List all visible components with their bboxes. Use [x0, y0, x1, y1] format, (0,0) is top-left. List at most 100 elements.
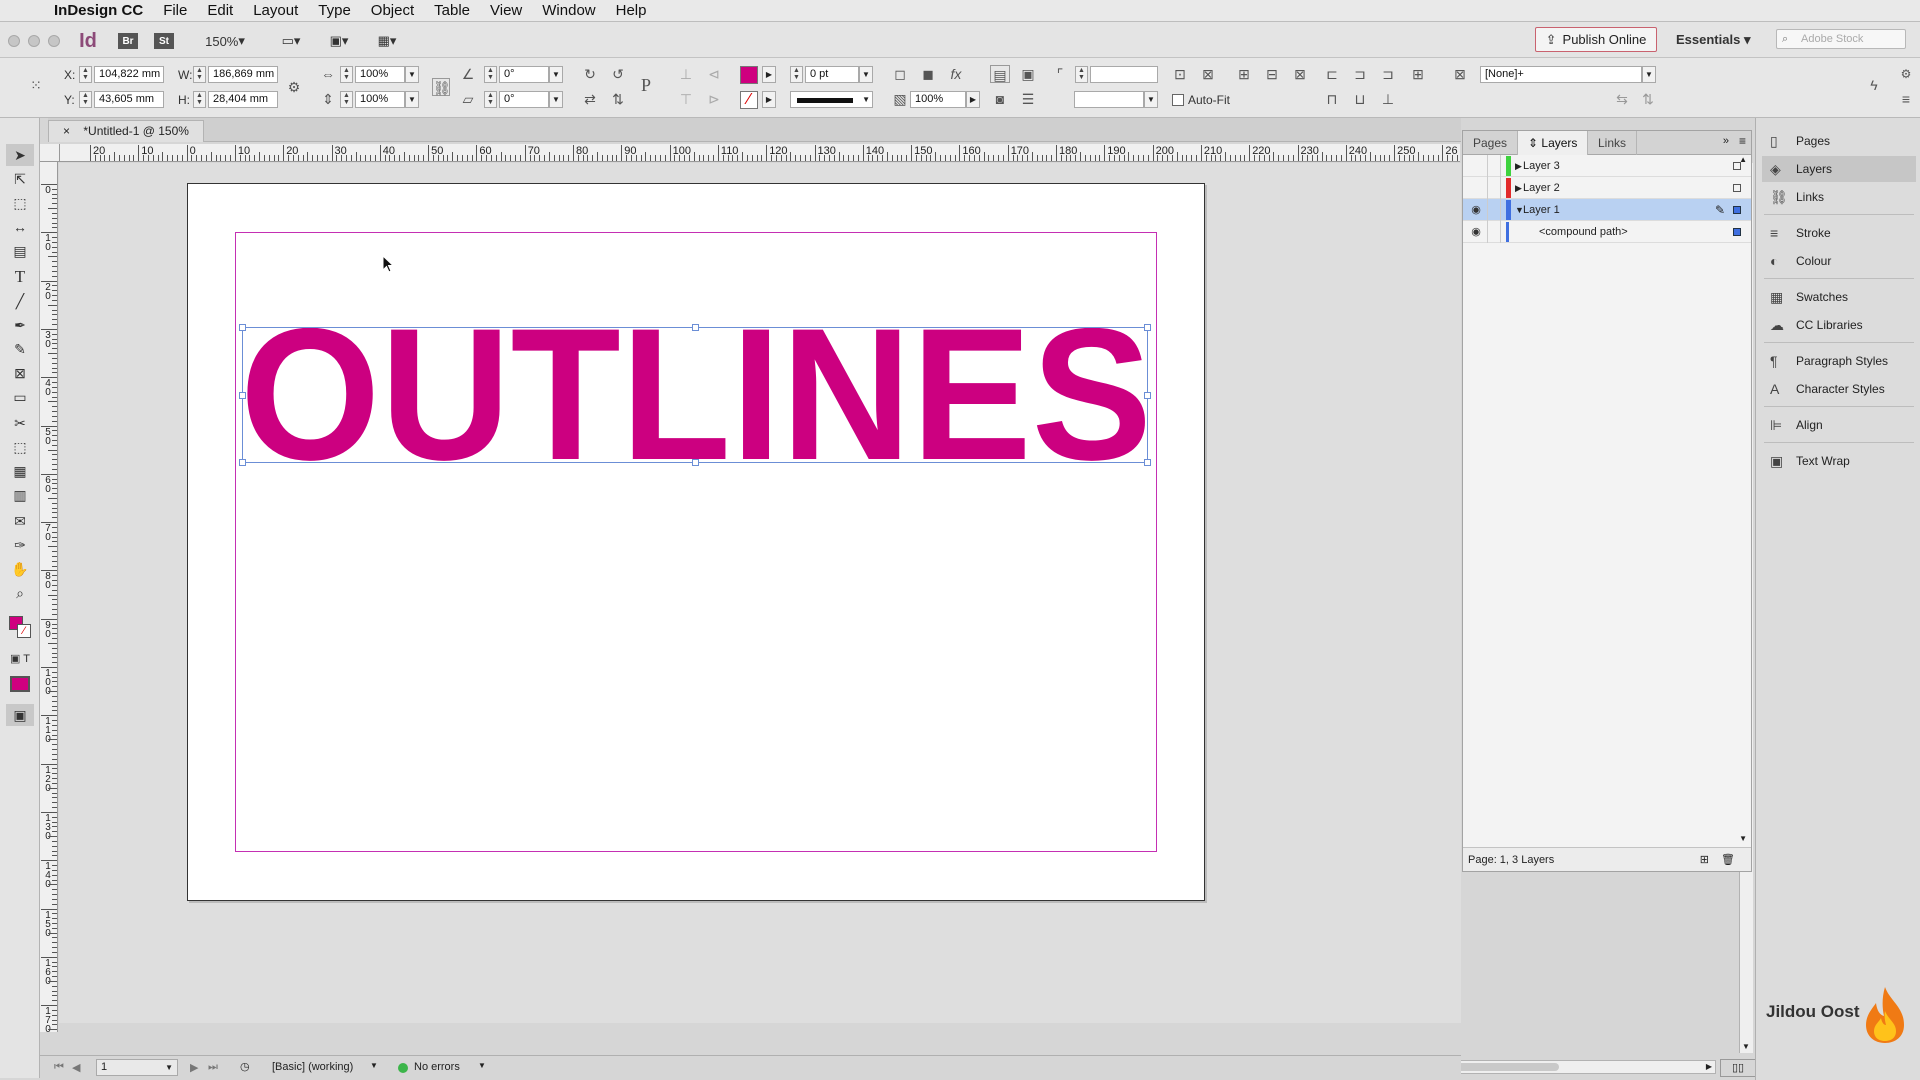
panel-menu-icon[interactable]: ≡	[1739, 134, 1746, 148]
note-tool-icon[interactable]: ✉	[6, 510, 34, 532]
screen-mode-icon[interactable]: ▣▾	[324, 30, 354, 52]
delete-layer-icon[interactable]: 🗑	[1721, 848, 1735, 872]
opacity-dropdown[interactable]: ▶	[966, 91, 980, 108]
lock-toggle[interactable]	[1487, 155, 1501, 177]
dock-stroke[interactable]: ≡ Stroke	[1762, 220, 1916, 246]
close-tab-icon[interactable]: ×	[63, 124, 70, 138]
h-stepper[interactable]: ▲ ▼	[193, 91, 206, 108]
rotate-field[interactable]: 0°	[499, 66, 549, 83]
menu-help[interactable]: Help	[606, 2, 657, 19]
zoom-level-dropdown[interactable]: 150% ▾	[198, 30, 252, 52]
corner-shape-dropdown[interactable]	[1074, 91, 1144, 108]
object-style-dropdown[interactable]: [None]+	[1480, 66, 1642, 83]
align-bottom-edges-icon[interactable]: ⊥	[1378, 90, 1398, 108]
content-collector-icon[interactable]: ▤	[6, 240, 34, 262]
h-field[interactable]: 28,404 mm	[208, 91, 278, 108]
rotate-dropdown[interactable]: ▼	[549, 66, 563, 83]
drop-shadow-icon[interactable]: ◼	[918, 65, 938, 83]
selection-bounding-box[interactable]	[242, 327, 1148, 463]
handle-middle-right[interactable]	[1144, 392, 1151, 399]
rotate-cw-icon[interactable]: ↻	[580, 65, 600, 83]
layers-scroll-down-icon[interactable]: ▼	[1739, 834, 1747, 843]
reference-point-icon[interactable]: ⁙	[26, 76, 46, 94]
scissors-tool-icon[interactable]: ✂	[6, 412, 34, 434]
layers-scroll-up-icon[interactable]: ▲	[1739, 155, 1747, 164]
stroke-weight-stepper[interactable]: ▲ ▼	[790, 66, 803, 83]
dock-pages[interactable]: ▯ Pages	[1762, 128, 1916, 154]
handle-middle-left[interactable]	[239, 392, 246, 399]
effects-fx-icon[interactable]: fx	[946, 65, 966, 83]
visibility-eye-icon[interactable]: ◉	[1469, 199, 1483, 221]
handle-top-left[interactable]	[239, 324, 246, 331]
expand-triangle-closed-icon[interactable]: ▶	[1515, 155, 1522, 177]
selection-tool-icon[interactable]: ➤	[6, 144, 34, 166]
handle-bottom-right[interactable]	[1144, 459, 1151, 466]
zoom-tool-icon[interactable]: ⌕	[6, 582, 34, 604]
shear-dropdown[interactable]: ▼	[549, 91, 563, 108]
scroll-down-icon[interactable]: ▼	[1742, 1042, 1750, 1051]
chain-link-icon[interactable]: ⛓	[432, 78, 451, 96]
menu-layout[interactable]: Layout	[243, 2, 308, 19]
y-field[interactable]: 43,605 mm	[94, 91, 164, 108]
shear-field[interactable]: 0°	[499, 91, 549, 108]
menu-object[interactable]: Object	[361, 2, 424, 19]
scale-y-dropdown[interactable]: ▼	[405, 91, 419, 108]
control-panel-menu-icon[interactable]: ≡	[1896, 90, 1916, 108]
menu-window[interactable]: Window	[532, 2, 605, 19]
dock-layers[interactable]: ◈ Layers	[1762, 156, 1916, 182]
menu-type[interactable]: Type	[308, 2, 361, 19]
constrain-proportions-icon[interactable]: ⚙	[284, 78, 304, 96]
fit-frame-to-content-icon[interactable]: ⊠	[1198, 65, 1218, 83]
layer-row[interactable]: ◉ <compound path>	[1463, 221, 1751, 243]
select-content-icon[interactable]: ⊤	[676, 90, 696, 108]
scale-x-stepper[interactable]: ▲ ▼	[340, 66, 353, 83]
layer-row[interactable]: ◉ ▼ Layer 1 ✎	[1463, 199, 1751, 221]
preflight-profile[interactable]: [Basic] (working)	[272, 1061, 353, 1073]
collapse-panel-icon[interactable]: »	[1723, 135, 1729, 147]
scale-x-field[interactable]: 100%	[355, 66, 405, 83]
view-mode-icon[interactable]: ▣	[6, 704, 34, 726]
menu-file[interactable]: File	[153, 2, 197, 19]
lock-toggle[interactable]	[1487, 199, 1501, 221]
center-content-icon[interactable]: ⊟	[1262, 65, 1282, 83]
page-tool-icon[interactable]: ⬚	[6, 192, 34, 214]
auto-fit-checkbox[interactable]	[1172, 94, 1184, 106]
stroke-swatch-icon[interactable]: ⁄	[17, 624, 31, 638]
arrange-documents-icon[interactable]: ▦▾	[372, 30, 402, 52]
menu-edit[interactable]: Edit	[197, 2, 243, 19]
selection-square-icon[interactable]	[1733, 206, 1741, 214]
free-transform-tool-icon[interactable]: ⬚	[6, 436, 34, 458]
gradient-swatch-tool-icon[interactable]: ▦	[6, 460, 34, 482]
preflight-profile-chevron-icon[interactable]: ▼	[370, 1061, 378, 1070]
corner-shape-chevron[interactable]: ▼	[1144, 91, 1158, 108]
handle-top-right[interactable]	[1144, 324, 1151, 331]
line-tool-icon[interactable]: ╱	[6, 290, 34, 312]
visibility-eye-icon[interactable]: ◉	[1469, 221, 1483, 243]
pencil-tool-icon[interactable]: ✎	[6, 338, 34, 360]
frame-fitting-icon[interactable]: ◻	[890, 65, 910, 83]
apply-color-icon[interactable]	[10, 676, 30, 692]
workspace-switcher[interactable]: Essentials ▾	[1676, 32, 1750, 48]
rotate-ccw-icon[interactable]: ↺	[608, 65, 628, 83]
select-container-icon[interactable]: ⊥	[676, 65, 696, 83]
hand-tool-icon[interactable]: ✋	[6, 558, 34, 580]
flip-vertical-icon[interactable]: ⇅	[608, 90, 628, 108]
fill-color-dropdown[interactable]: ▶	[762, 66, 776, 83]
menu-table[interactable]: Table	[424, 2, 480, 19]
next-page-icon[interactable]: ▶	[190, 1061, 198, 1074]
dock-swatches[interactable]: ▦ Swatches	[1762, 284, 1916, 310]
handle-bottom-left[interactable]	[239, 459, 246, 466]
app-menu[interactable]: InDesign CC	[44, 2, 153, 19]
y-stepper[interactable]: ▲ ▼	[79, 91, 92, 108]
align-right-edges-icon[interactable]: ⊐	[1378, 65, 1398, 83]
bridge-button[interactable]: Br	[118, 33, 138, 49]
dock-text-wrap[interactable]: ▣ Text Wrap	[1762, 448, 1916, 474]
lock-toggle[interactable]	[1487, 177, 1501, 199]
vertical-ruler[interactable]: 01 02 03 04 05 06 07 08 09 01 0 01 1 01 …	[40, 162, 58, 1032]
layer-row[interactable]: ▶ Layer 2	[1463, 177, 1751, 199]
scale-y-field[interactable]: 100%	[355, 91, 405, 108]
align-left-edges-icon[interactable]: ⊏	[1322, 65, 1342, 83]
w-stepper[interactable]: ▲ ▼	[193, 66, 206, 83]
text-wrap-bbox-icon[interactable]: ▣	[1018, 65, 1038, 83]
stroke-color-none-icon[interactable]: ⁄	[740, 91, 758, 109]
